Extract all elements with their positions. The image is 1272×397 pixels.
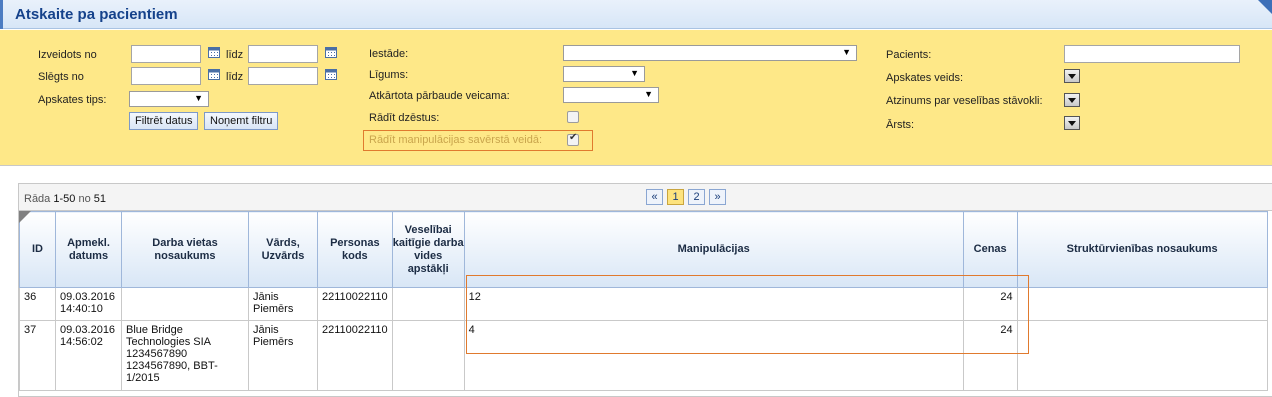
col-header-kods[interactable]: Personas kods (317, 211, 393, 288)
ligums-select[interactable]: ▼ (563, 66, 645, 82)
col-header-apstakli[interactable]: Veselībai kaitīgie darba vides apstākļi (391, 211, 465, 288)
rada-total: 51 (93, 193, 107, 205)
cell-apstakli (391, 320, 465, 391)
highlight-box-manip (466, 275, 1029, 354)
cell-darba-vieta: Blue Bridge Technologies SIA 1234567890 … (121, 320, 249, 391)
col-header-darba-vieta[interactable]: Darba vietas nosaukums (121, 211, 249, 288)
label-izveidots-no: Izveidots no (38, 49, 97, 61)
page-title: Atskaite pa pacientiem (15, 6, 178, 23)
calendar-icon[interactable] (208, 46, 220, 58)
label-apskates-veids: Apskates veids: (886, 72, 964, 84)
cell-struktura (1016, 320, 1268, 391)
label-arsts: Ārsts: (886, 119, 915, 131)
cell-apstakli (391, 287, 465, 321)
label-atkartota: Atkārtota pārbaude veicama: (369, 90, 510, 102)
label-lidz-1: līdz (226, 49, 244, 61)
label-slegts-no: Slēgts no (38, 71, 84, 83)
cell-struktura (1016, 287, 1268, 321)
label-radit-manip: Rādīt manipulācijas savērstā veidā: (369, 134, 543, 146)
label-apskates-tips: Apskates tips: (38, 94, 107, 106)
izveidots-from-input[interactable] (131, 45, 201, 63)
show-deleted-checkbox[interactable] (567, 111, 579, 123)
title-accent (0, 0, 3, 29)
cell-kods: 22110022110 (317, 320, 393, 391)
calendar-icon[interactable] (325, 46, 337, 58)
col-header-struktura[interactable]: Struktūrvienības nosaukums (1016, 211, 1268, 288)
label-pacients: Pacients: (886, 49, 932, 61)
cell-darba-vieta (121, 287, 249, 321)
col-header-datums[interactable]: Apmekl. datums (55, 211, 122, 288)
slegts-from-input[interactable] (131, 67, 201, 85)
col-header-vards[interactable]: Vārds, Uzvārds (248, 211, 318, 288)
label-lidz-2: līdz (226, 71, 244, 83)
dropdown-arrow-icon: ▼ (842, 47, 851, 57)
arsts-dropdown[interactable] (1064, 116, 1080, 130)
pacients-input[interactable] (1064, 45, 1240, 63)
iestade-select[interactable]: ▼ (563, 45, 857, 61)
dropdown-arrow-icon: ▼ (194, 93, 203, 103)
pager-page-1[interactable]: 1 (667, 189, 684, 205)
izveidots-to-input[interactable] (248, 45, 318, 63)
cell-vards: Jānis Piemērs (248, 320, 318, 391)
calendar-icon[interactable] (208, 68, 220, 80)
cell-id: 36 (19, 287, 56, 321)
results-grid: Rāda 1-50 no 51 « 1 2 » ID Apmekl. datum… (18, 183, 1272, 397)
rada-prefix: Rāda (24, 193, 51, 205)
apskates-veids-dropdown[interactable] (1064, 69, 1080, 83)
pager-page-2[interactable]: 2 (688, 189, 705, 205)
label-radit-dzestus: Rādīt dzēstus: (369, 112, 440, 124)
rada-no: no (78, 193, 91, 205)
calendar-icon[interactable] (325, 68, 337, 80)
pager-prev-button[interactable]: « (646, 189, 663, 205)
filter-button[interactable]: Filtrēt datus (129, 112, 199, 130)
cell-id: 37 (19, 320, 56, 391)
label-iestade: Iestāde: (369, 48, 409, 60)
record-count: Rāda 1-50 no 51 (24, 193, 106, 205)
atkartota-select[interactable]: ▼ (563, 87, 659, 103)
cell-vards: Jānis Piemērs (248, 287, 318, 321)
corner-marker (1258, 0, 1272, 14)
cell-datums: 09.03.2016 14:56:02 (55, 320, 122, 391)
grid-toolbar: Rāda 1-50 no 51 « 1 2 » (19, 184, 1272, 211)
filter-panel: Izveidots no līdz Slēgts no līdz Apskate… (0, 30, 1272, 166)
apskates-tips-select[interactable]: ▼ (129, 91, 209, 107)
title-bar: Atskaite pa pacientiem (0, 0, 1272, 29)
cell-datums: 09.03.2016 14:40:10 (55, 287, 122, 321)
clear-filter-button[interactable]: Noņemt filtru (204, 112, 279, 130)
label-atzinums: Atzinums par veselības stāvokli: (886, 95, 1043, 107)
atzinums-dropdown[interactable] (1064, 93, 1080, 107)
show-collapsed-manip-checkbox[interactable] (567, 132, 579, 146)
slegts-to-input[interactable] (248, 67, 318, 85)
pager-next-button[interactable]: » (709, 189, 726, 205)
dropdown-arrow-icon: ▼ (644, 89, 653, 99)
sort-corner-marker (19, 211, 31, 223)
label-ligums: Līgums: (369, 69, 409, 81)
rada-range: 1-50 (53, 193, 76, 205)
cell-kods: 22110022110 (317, 287, 393, 321)
dropdown-arrow-icon: ▼ (630, 68, 639, 78)
